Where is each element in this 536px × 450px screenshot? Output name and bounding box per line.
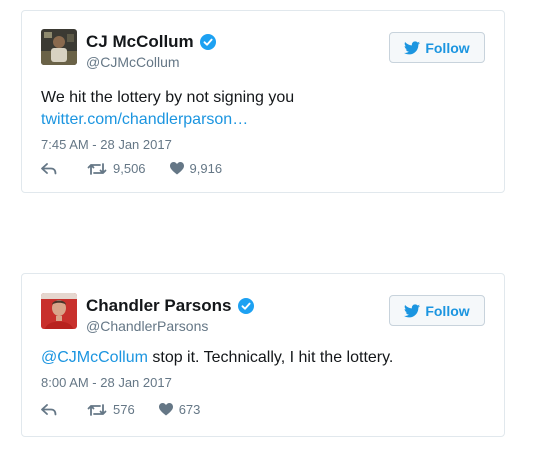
display-name[interactable]: Chandler Parsons — [86, 296, 232, 316]
display-name[interactable]: CJ McCollum — [86, 32, 194, 52]
name-row: CJ McCollum — [86, 32, 216, 52]
tweet-link[interactable]: twitter.com/chandlerparson… — [41, 109, 294, 131]
twitter-bird-icon — [404, 303, 421, 317]
avatar[interactable] — [41, 29, 77, 65]
tweet-actions: 576 673 — [41, 402, 224, 417]
mention-link[interactable]: @CJMcCollum — [41, 349, 148, 366]
tweet-timestamp[interactable]: 7:45 AM - 28 Jan 2017 — [41, 137, 172, 152]
verified-badge-icon — [199, 34, 216, 50]
user-handle[interactable]: @CJMcCollum — [86, 54, 180, 70]
follow-button[interactable]: Follow — [389, 295, 485, 326]
name-row: Chandler Parsons — [86, 296, 254, 316]
tweet-body: We hit the lottery by not signing you — [41, 89, 295, 106]
tweet-body: stop it. Technically, I hit the lottery. — [147, 349, 394, 366]
follow-button[interactable]: Follow — [389, 32, 485, 63]
tweet-text: @CJMcCollum stop it. Technically, I hit … — [41, 347, 393, 369]
like-count: 9,916 — [189, 161, 223, 176]
tweet-card-chandlerparsons: Chandler Parsons @ChandlerParsons Follow… — [21, 273, 505, 437]
tweet-text: We hit the lottery by not signing you tw… — [41, 87, 294, 131]
like-button[interactable]: 9,916 — [169, 161, 223, 176]
tweet-card-cjmccollum: CJ McCollum @CJMcCollum Follow We hit th… — [21, 10, 505, 193]
reply-button[interactable] — [41, 162, 63, 176]
twitter-bird-icon — [404, 40, 421, 54]
like-count: 673 — [178, 402, 201, 417]
avatar[interactable] — [41, 293, 77, 329]
retweet-icon — [87, 403, 107, 416]
verified-badge-icon — [237, 298, 254, 314]
tweet-actions: 9,506 9,916 — [41, 161, 246, 176]
reply-icon — [41, 162, 57, 174]
tweet-timestamp[interactable]: 8:00 AM - 28 Jan 2017 — [41, 375, 172, 390]
retweet-icon — [87, 162, 107, 175]
follow-label: Follow — [425, 302, 470, 319]
reply-button[interactable] — [41, 403, 63, 417]
retweet-button[interactable]: 9,506 — [87, 161, 146, 176]
user-handle[interactable]: @ChandlerParsons — [86, 318, 208, 334]
reply-icon — [41, 403, 57, 415]
retweet-count: 576 — [113, 402, 135, 417]
retweet-button[interactable]: 576 — [87, 402, 135, 417]
follow-label: Follow — [425, 39, 470, 56]
heart-icon — [169, 162, 184, 175]
like-button[interactable]: 673 — [158, 402, 201, 417]
heart-icon — [158, 403, 173, 416]
retweet-count: 9,506 — [113, 161, 146, 176]
